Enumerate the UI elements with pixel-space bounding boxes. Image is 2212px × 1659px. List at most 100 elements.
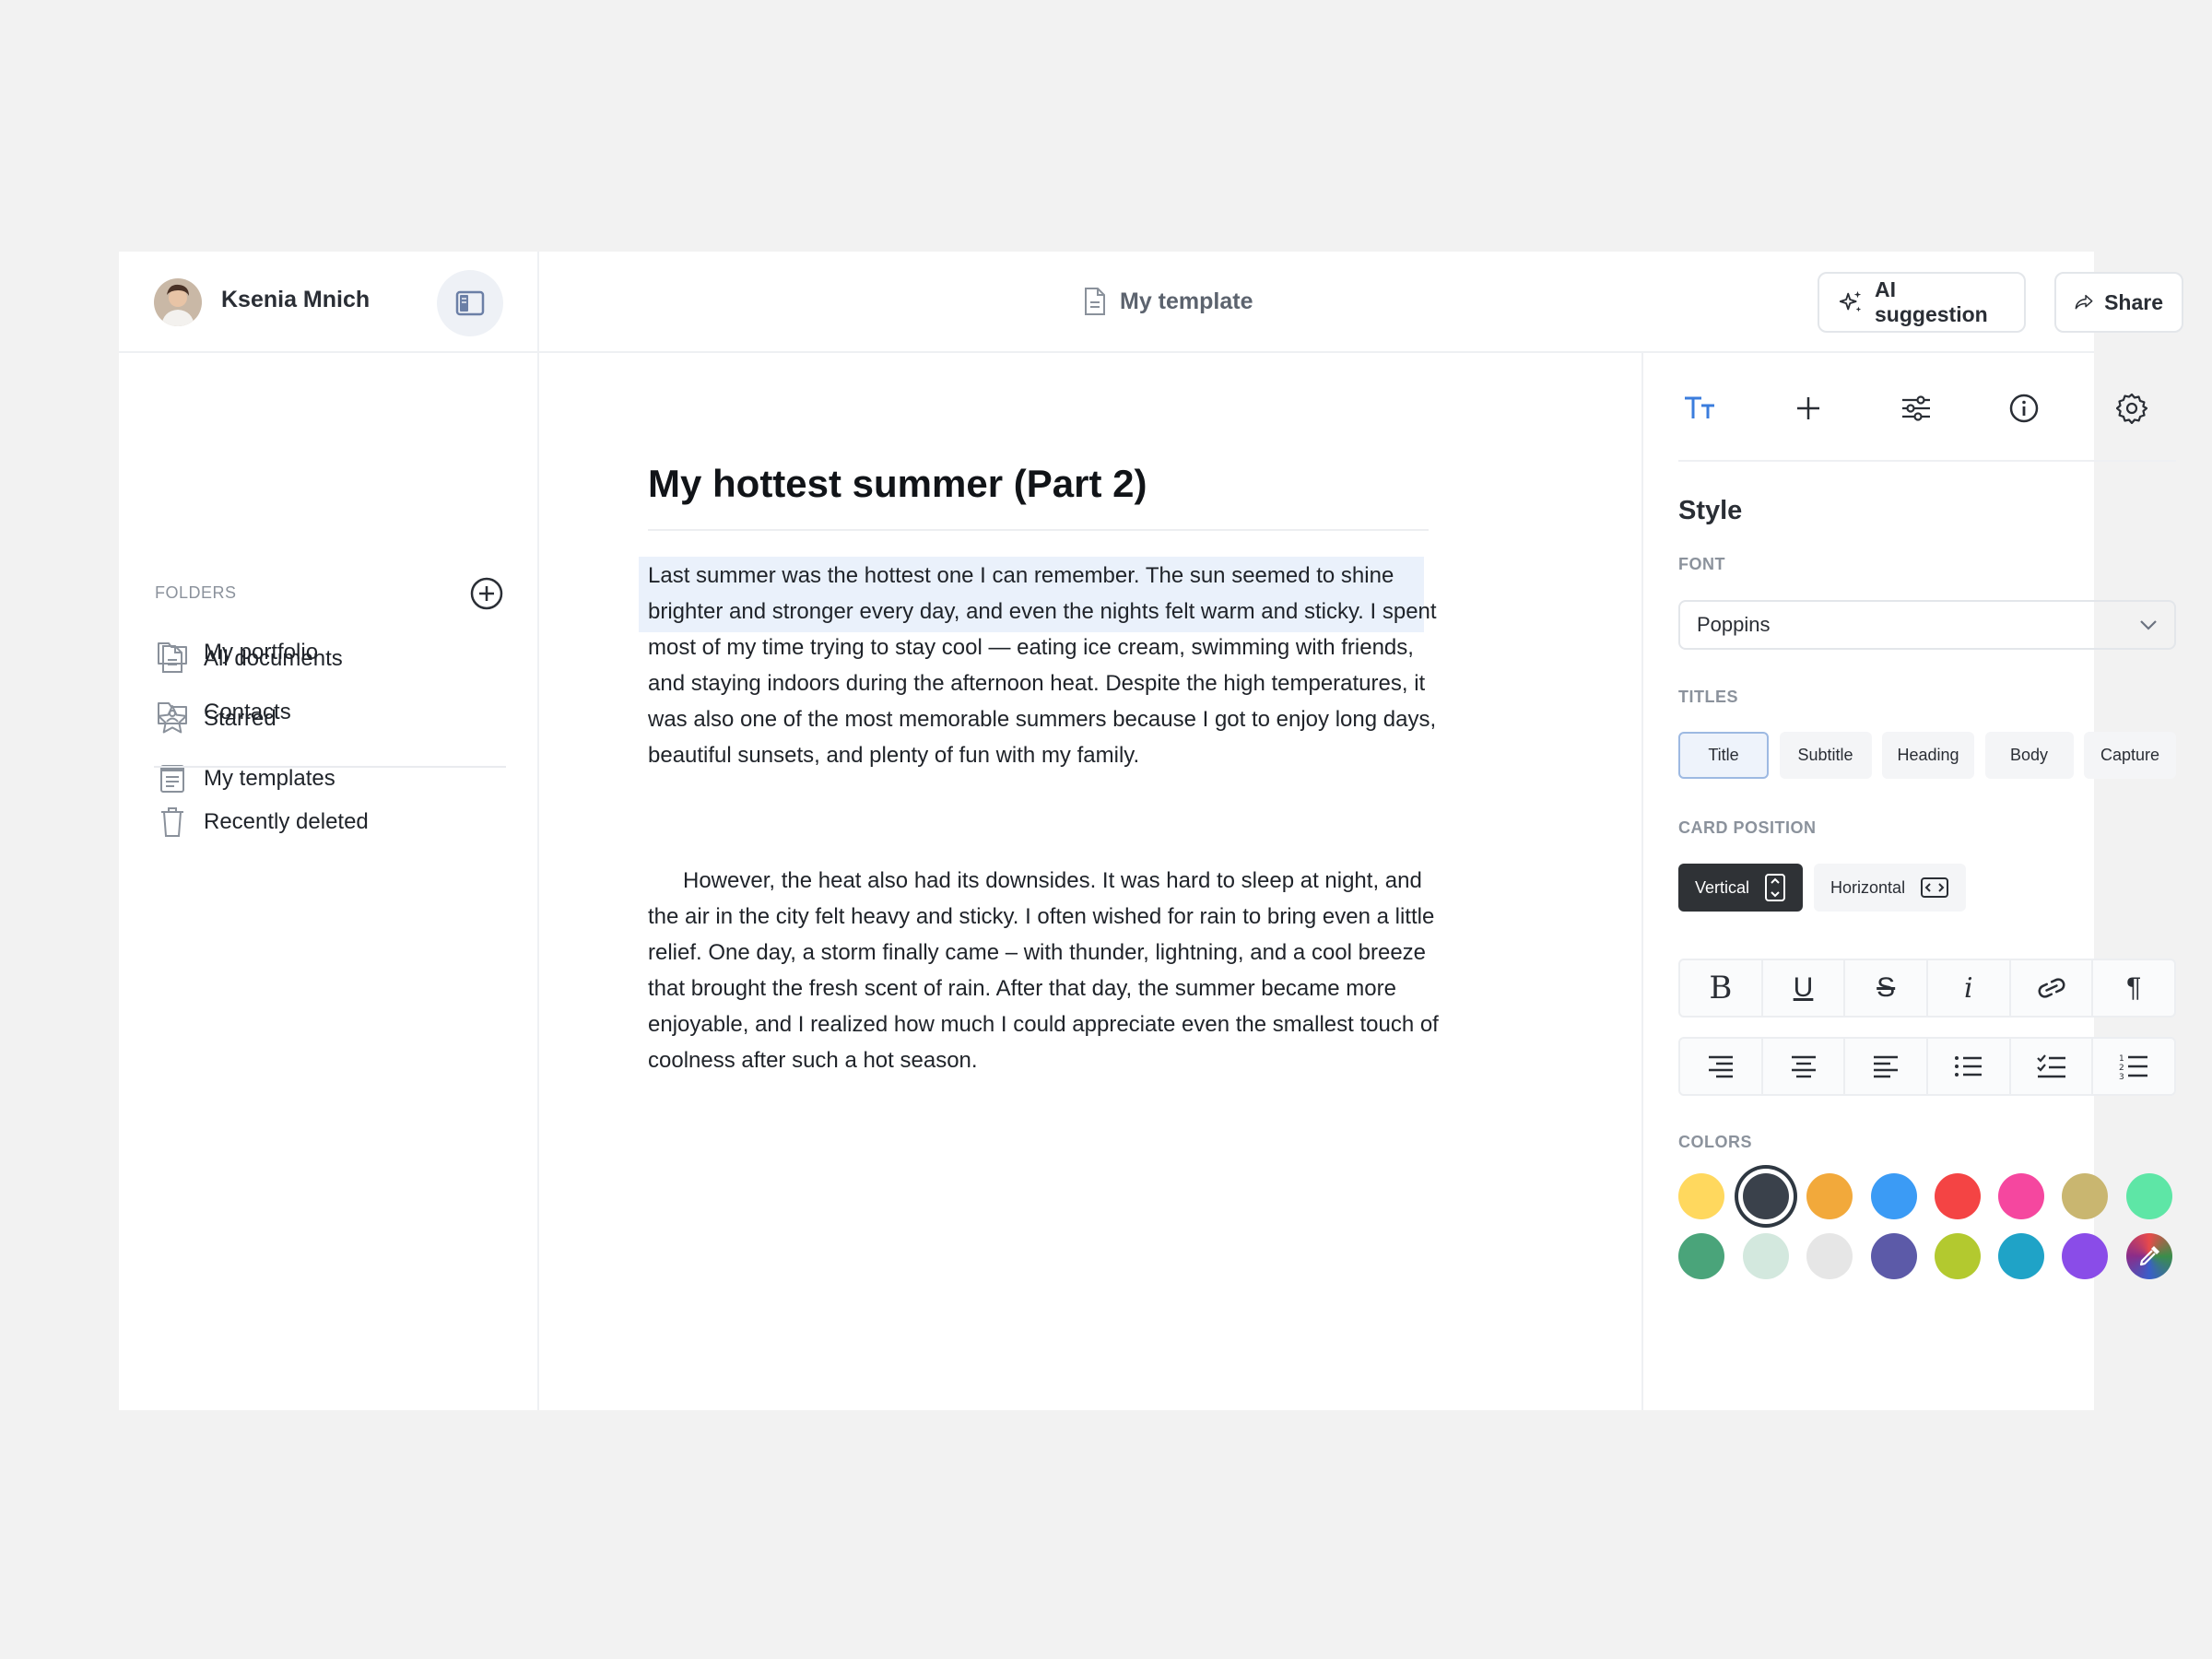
user-name: Ksenia Mnich [221,287,371,312]
color-swatch-11[interactable] [1806,1233,1853,1279]
card-position-section-label: CARD POSITION [1678,818,1817,837]
color-swatch-3[interactable] [1806,1173,1853,1219]
link-button[interactable] [2011,960,2094,1016]
top-bar: My template AI suggestion Share [539,252,2183,353]
add-folder-button[interactable] [469,576,504,611]
svg-text:1: 1 [2119,1054,2124,1064]
tab-text-style[interactable] [1680,388,1721,429]
text-style-icon [1685,396,1714,418]
gear-icon [2116,393,2147,424]
ai-suggestion-button[interactable]: AI suggestion [1818,272,2026,333]
tab-info[interactable] [2004,388,2044,429]
sidebar-item-label: My templates [204,766,335,791]
title-option-subtitle[interactable]: Subtitle [1779,732,1872,779]
numbered-list-button[interactable]: 123 [2093,1039,2174,1094]
ai-suggestion-label: AI suggestion [1875,277,1988,326]
color-swatch-1[interactable] [1678,1173,1724,1219]
strikethrough-button[interactable]: S [1845,960,1929,1016]
color-swatch-7[interactable] [2062,1173,2108,1219]
tab-settings[interactable] [2112,388,2152,429]
sidebar-header: Ksenia Mnich [119,252,537,353]
folder-item-my-portfolio[interactable]: My portfolio [156,634,318,671]
panel-tabs [1678,353,2176,462]
strikethrough-icon: S [1877,972,1896,1003]
font-select-value: Poppins [1697,613,1771,636]
color-swatch-10[interactable] [1743,1233,1789,1279]
share-button[interactable]: Share [2054,272,2183,333]
bold-button[interactable]: B [1680,960,1763,1016]
link-icon [2038,978,2065,998]
collapse-sidebar-button[interactable] [437,270,503,336]
style-panel: Style FONT Poppins TITLES Title Subtitle… [1644,353,2176,1410]
checklist-button[interactable] [2011,1039,2094,1094]
color-swatch-9[interactable] [1678,1233,1724,1279]
underline-button[interactable]: U [1763,960,1846,1016]
align-center-button[interactable] [1763,1039,1846,1094]
document-title[interactable]: My template [1083,287,1253,316]
sidebar-toggle-icon [455,290,485,316]
align-left-button[interactable] [1845,1039,1929,1094]
font-select[interactable]: Poppins [1678,600,2176,650]
color-swatch-4[interactable] [1871,1173,1917,1219]
sliders-icon [1902,395,1930,421]
align-center-icon [1791,1055,1816,1078]
document-icon [1085,288,1105,315]
plus-icon [1797,397,1819,419]
color-swatch-14[interactable] [1998,1233,2044,1279]
document-heading[interactable]: My hottest summer (Part 2) [648,462,1147,506]
info-icon [2009,394,2039,423]
contacts-folder-icon [156,696,189,729]
color-swatch-8[interactable] [2126,1173,2172,1219]
editor: My hottest summer (Part 2) Last summer w… [539,353,1643,1410]
format-toolbar: B U S i ¶ [1678,959,2176,1018]
color-swatch-15[interactable] [2062,1233,2108,1279]
color-swatch-13[interactable] [1935,1233,1981,1279]
underline-icon: U [1793,972,1814,1003]
paragraph-1[interactable]: Last summer was the hottest one I can re… [648,558,1441,773]
folder-item-contacts[interactable]: Contacts [156,694,291,731]
position-vertical-button[interactable]: Vertical [1678,864,1804,912]
title-option-heading[interactable]: Heading [1882,732,1974,779]
card-position-selector: Vertical Horizontal [1678,864,1977,912]
folders-section-label: FOLDERS [155,583,237,602]
checklist-icon [2036,1054,2065,1078]
chevron-down-icon [2140,620,2157,630]
paragraph-button[interactable]: ¶ [2093,960,2174,1016]
sidebar: Ksenia Mnich All documents Starred My te… [119,252,539,1410]
bold-icon: B [1709,970,1733,1006]
paragraph-icon: ¶ [2126,972,2142,1003]
color-swatch-6[interactable] [1998,1173,2044,1219]
folder-icon [156,636,189,669]
sidebar-divider [154,766,506,768]
align-left-icon [1874,1055,1899,1078]
document-title-label: My template [1120,288,1253,314]
position-horizontal-label: Horizontal [1830,877,1906,897]
bullet-list-button[interactable] [1928,1039,2011,1094]
numbered-list-icon: 123 [2119,1054,2148,1080]
eyedropper-icon [2139,1246,2159,1266]
tab-adjustments[interactable] [1896,388,1936,429]
title-option-body[interactable]: Body [1984,732,2074,779]
italic-button[interactable]: i [1928,960,2011,1016]
title-option-title[interactable]: Title [1678,732,1769,779]
align-right-button[interactable] [1680,1039,1763,1094]
sparkle-icon [1839,290,1862,312]
color-swatch-2[interactable] [1743,1173,1789,1219]
tab-add[interactable] [1788,388,1829,429]
italic-icon: i [1964,971,1973,1005]
color-swatch-5[interactable] [1935,1173,1981,1219]
position-horizontal-button[interactable]: Horizontal [1814,864,1967,912]
avatar[interactable] [154,278,202,326]
position-vertical-label: Vertical [1695,877,1750,897]
bullet-list-icon [1954,1056,1982,1077]
sidebar-item-label: Recently deleted [204,809,369,834]
trash-icon [156,806,189,839]
custom-color-picker-button[interactable] [2126,1233,2172,1279]
titles-selector: Title Subtitle Heading Body Capture [1678,732,2176,779]
folder-item-label: Contacts [204,700,291,724]
heading-divider [648,529,1429,531]
title-option-capture[interactable]: Capture [2084,732,2176,779]
paragraph-2[interactable]: However, the heat also had its downsides… [648,863,1441,1078]
sidebar-item-recently-deleted[interactable]: Recently deleted [156,804,369,841]
color-swatch-12[interactable] [1871,1233,1917,1279]
